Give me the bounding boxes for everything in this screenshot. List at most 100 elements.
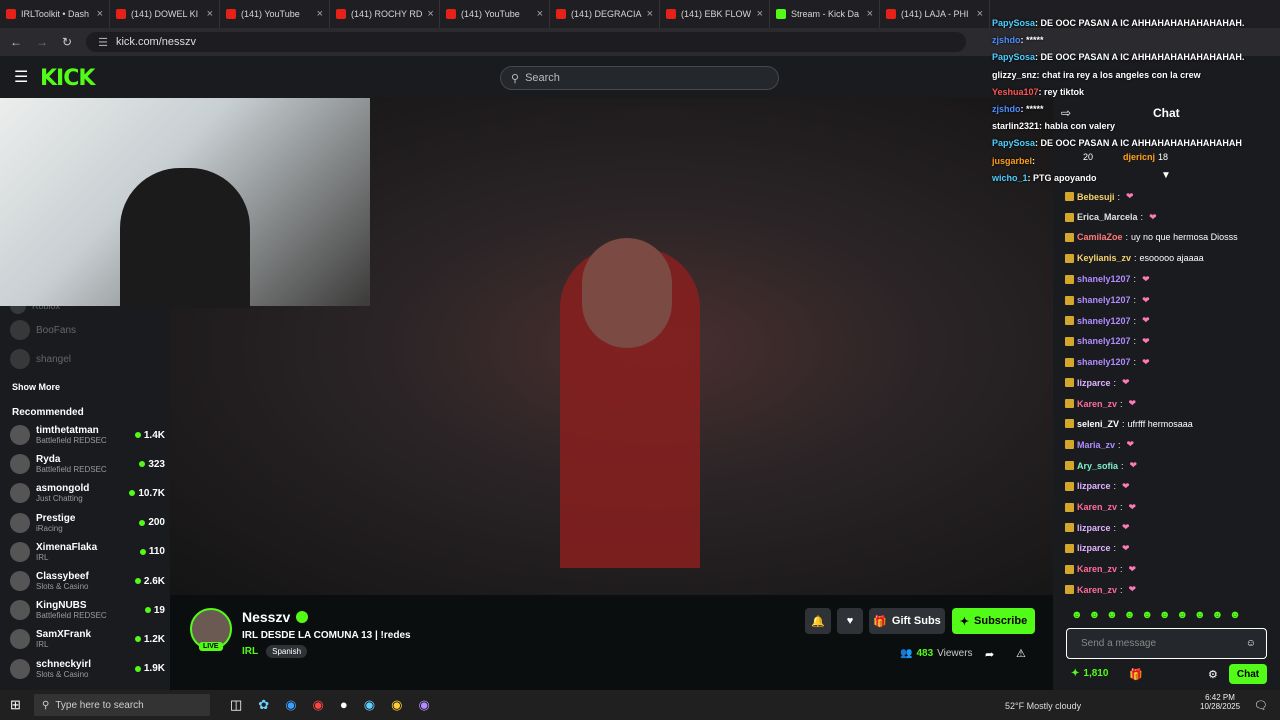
app-icon[interactable]: ◉ bbox=[418, 697, 429, 713]
chat-username[interactable]: Karen_zv bbox=[1077, 585, 1117, 595]
close-tab-icon[interactable]: × bbox=[537, 8, 543, 20]
gift-subs-button[interactable]: 🎁 Gift Subs bbox=[869, 608, 945, 634]
show-more-link[interactable]: Show More bbox=[12, 382, 60, 392]
copilot-icon[interactable]: ✿ bbox=[258, 697, 269, 713]
close-tab-icon[interactable]: × bbox=[867, 8, 873, 20]
emote-icon[interactable]: ☻ bbox=[1229, 609, 1241, 621]
chat-username[interactable]: CamilaZoe bbox=[1077, 232, 1123, 242]
close-tab-icon[interactable]: × bbox=[97, 8, 103, 20]
browser-tab[interactable]: (141) YouTube × bbox=[440, 0, 550, 28]
taskbar-search-input[interactable]: ⚲ Type here to search bbox=[34, 694, 210, 716]
chat-username[interactable]: lizparce bbox=[1077, 481, 1111, 491]
chat-username[interactable]: Ary_sofia bbox=[1077, 461, 1118, 471]
notification-icon[interactable]: 🗨 bbox=[1254, 699, 1268, 712]
sidebar-item-ryda[interactable]: Ryda Battlefield REDSEC 323 bbox=[10, 454, 165, 475]
emote-icon[interactable]: ☻ bbox=[1124, 609, 1136, 621]
chat-message-input[interactable]: Send a message ☺ bbox=[1066, 628, 1267, 659]
chat-username[interactable]: Karen_zv bbox=[1077, 502, 1117, 512]
sidebar-item-schneckyirl[interactable]: schneckyirl Slots & Casino 1.9K bbox=[10, 658, 165, 679]
pinned-toggle-icon[interactable]: ▼ bbox=[1161, 170, 1171, 181]
chat-username[interactable]: shanely1207 bbox=[1077, 295, 1131, 305]
windows-start-icon[interactable]: ⊞ bbox=[10, 697, 21, 713]
sidebar-item-shangel[interactable]: shangel bbox=[10, 349, 165, 369]
site-info-icon[interactable]: ☰ bbox=[98, 36, 108, 49]
close-tab-icon[interactable]: × bbox=[317, 8, 323, 20]
collapse-chat-icon[interactable]: ⇨ bbox=[1061, 106, 1071, 120]
emote-icon[interactable]: ☻ bbox=[1159, 609, 1171, 621]
task-view-icon[interactable]: ◫ bbox=[230, 697, 242, 713]
language-tag[interactable]: Spanish bbox=[266, 645, 308, 658]
back-icon[interactable]: ← bbox=[10, 35, 22, 49]
sidebar-item-prestige[interactable]: Prestige iRacing 200 bbox=[10, 512, 165, 533]
chat-username[interactable]: lizparce bbox=[1077, 378, 1111, 388]
emote-icon[interactable]: ☻ bbox=[1194, 609, 1206, 621]
subscribe-button[interactable]: ✦ Subscribe bbox=[952, 608, 1035, 634]
sidebar-item-asmongold[interactable]: asmongold Just Chatting 10.7K bbox=[10, 483, 165, 504]
chat-username[interactable]: Maria_zv bbox=[1077, 440, 1115, 450]
emote-icon[interactable]: ☻ bbox=[1089, 609, 1101, 621]
close-tab-icon[interactable]: × bbox=[207, 8, 213, 20]
channel-category: Battlefield REDSEC bbox=[36, 436, 107, 445]
sidebar-item-ximenaflaka[interactable]: XimenaFlaka IRL 110 bbox=[10, 541, 165, 562]
close-tab-icon[interactable]: × bbox=[647, 8, 653, 20]
browser-tab[interactable]: IRLToolkit • Dash × bbox=[0, 0, 110, 28]
sidebar-item-kingnubs[interactable]: KingNUBS Battlefield REDSEC 19 bbox=[10, 600, 165, 621]
chat-username[interactable]: Bebesuji bbox=[1077, 192, 1115, 202]
sidebar-item-boofans[interactable]: BooFans bbox=[10, 320, 165, 340]
weather-widget[interactable]: 52°F Mostly cloudy bbox=[1005, 701, 1081, 711]
emote-icon[interactable]: ☻ bbox=[1071, 609, 1083, 621]
chat-username[interactable]: lizparce bbox=[1077, 523, 1111, 533]
browser-tab[interactable]: (141) YouTube × bbox=[220, 0, 330, 28]
emote-icon[interactable]: ☻ bbox=[1106, 609, 1118, 621]
chrome-icon[interactable]: ◉ bbox=[313, 697, 324, 713]
menu-icon[interactable]: ☰ bbox=[14, 67, 28, 87]
top-user-name[interactable]: djericnj bbox=[1123, 152, 1155, 162]
category-link[interactable]: IRL bbox=[242, 646, 258, 657]
notification-bell-button[interactable]: 🔔 bbox=[805, 608, 831, 634]
chat-username[interactable]: Karen_zv bbox=[1077, 564, 1117, 574]
obs-icon[interactable]: ● bbox=[340, 697, 348, 713]
chrome-icon[interactable]: ◉ bbox=[391, 697, 402, 713]
chat-username[interactable]: Erica_Marcela bbox=[1077, 212, 1138, 222]
browser-tab[interactable]: (141) EBK FLOW × bbox=[660, 0, 770, 28]
sidebar-item-timthetatman[interactable]: timthetatman Battlefield REDSEC 1.4K bbox=[10, 425, 165, 445]
address-bar[interactable]: ☰ kick.com/nesszv bbox=[86, 32, 967, 52]
steam-icon[interactable]: ◉ bbox=[364, 697, 375, 713]
emote-icon[interactable]: ☻ bbox=[1212, 609, 1224, 621]
browser-tab[interactable]: (141) DEGRACIA × bbox=[550, 0, 660, 28]
chat-username[interactable]: shanely1207 bbox=[1077, 336, 1131, 346]
settings-icon[interactable]: ⚙ bbox=[1208, 668, 1218, 681]
kick-logo[interactable]: KICK bbox=[40, 66, 95, 91]
browser-tab[interactable]: Stream - Kick Da × bbox=[770, 0, 880, 28]
emote-icon[interactable]: ☻ bbox=[1141, 609, 1153, 621]
report-icon[interactable]: ⚠ bbox=[1016, 647, 1026, 660]
browser-tab[interactable]: (141) DOWEL KI × bbox=[110, 0, 220, 28]
send-chat-button[interactable]: Chat bbox=[1229, 664, 1267, 684]
chat-username[interactable]: seleni_ZV bbox=[1077, 419, 1119, 429]
emote-icon[interactable]: ☻ bbox=[1176, 609, 1188, 621]
chat-username[interactable]: lizparce bbox=[1077, 543, 1111, 553]
chat-username[interactable]: Karen_zv bbox=[1077, 399, 1117, 409]
sidebar-item-samxfrank[interactable]: SamXFrank IRL 1.2K bbox=[10, 629, 165, 650]
follow-button[interactable]: ♥ bbox=[837, 608, 863, 634]
edge-icon[interactable]: ◉ bbox=[285, 697, 296, 713]
channel-name[interactable]: Nesszv bbox=[242, 609, 290, 625]
search-input[interactable]: ⚲ Search bbox=[500, 66, 779, 90]
reload-icon[interactable]: ↻ bbox=[62, 35, 72, 49]
close-tab-icon[interactable]: × bbox=[427, 8, 433, 20]
channel-points[interactable]: ✦ 1,810 bbox=[1071, 668, 1108, 679]
emoji-icon[interactable]: ☺ bbox=[1246, 638, 1256, 649]
chat-username[interactable]: shanely1207 bbox=[1077, 357, 1131, 367]
chat-username[interactable]: shanely1207 bbox=[1077, 274, 1131, 284]
gift-shop-icon[interactable]: 🎁 bbox=[1129, 668, 1143, 681]
browser-tab[interactable]: (141) ROCHY RD × bbox=[330, 0, 440, 28]
forward-icon[interactable]: → bbox=[36, 35, 48, 49]
browser-tab[interactable]: (141) LAJA - PHI × bbox=[880, 0, 990, 28]
share-icon[interactable]: ➦ bbox=[985, 648, 994, 661]
clock[interactable]: 6:42 PM 10/28/2025 bbox=[1200, 693, 1240, 711]
sidebar-item-classybeef[interactable]: Classybeef Slots & Casino 2.6K bbox=[10, 571, 165, 591]
chat-username[interactable]: shanely1207 bbox=[1077, 316, 1131, 326]
chat-username[interactable]: Keylianis_zv bbox=[1077, 253, 1131, 263]
close-tab-icon[interactable]: × bbox=[977, 8, 983, 20]
close-tab-icon[interactable]: × bbox=[757, 8, 763, 20]
